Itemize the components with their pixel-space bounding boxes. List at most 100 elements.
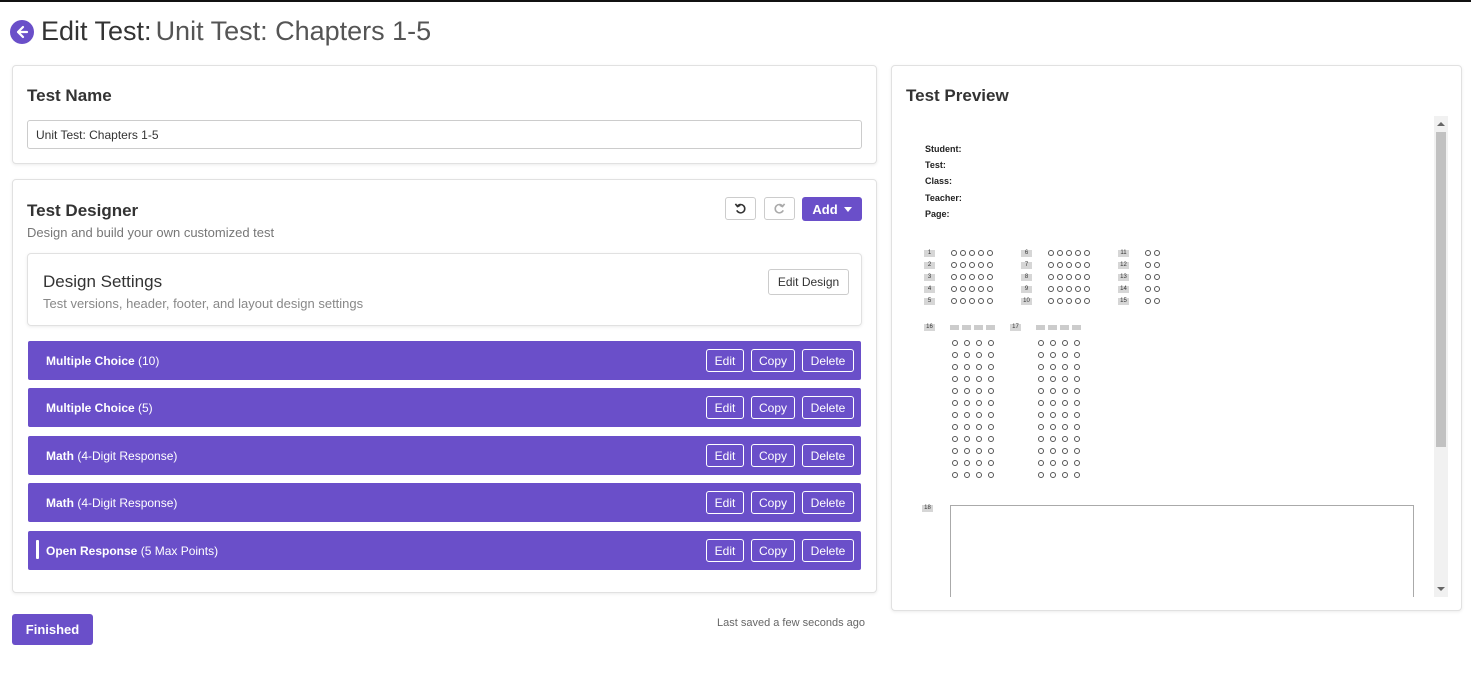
section-copy-button[interactable]: Copy — [751, 444, 795, 467]
test-preview-document[interactable]: Student: Test: Class: Teacher: Page: 123… — [906, 116, 1448, 597]
digit-bubble — [1062, 412, 1068, 418]
question-number: 7 — [1021, 262, 1032, 269]
answer-bubble — [1048, 286, 1054, 292]
design-settings-subtitle: Test versions, header, footer, and layou… — [43, 296, 364, 311]
answer-bubble — [978, 262, 984, 268]
scroll-down-arrow-icon[interactable] — [1437, 587, 1445, 591]
digit-bubble — [1050, 424, 1056, 430]
section-delete-button[interactable]: Delete — [802, 444, 854, 467]
back-arrow-icon[interactable] — [10, 19, 34, 44]
test-name-heading: Test Name — [27, 86, 112, 105]
answer-bubble — [1154, 274, 1160, 280]
digit-bubble — [1062, 400, 1068, 406]
design-settings-panel: Design Settings Test versions, header, f… — [27, 253, 862, 326]
scroll-up-arrow-icon[interactable] — [1437, 122, 1445, 126]
digit-entry-box — [1036, 325, 1045, 330]
answer-bubble — [1066, 262, 1072, 268]
section-item[interactable]: Math (4-Digit Response) Edit Copy Delete — [28, 436, 861, 475]
finished-button[interactable]: Finished — [12, 614, 93, 645]
test-designer-subtitle: Design and build your own customized tes… — [27, 225, 275, 240]
digit-bubble — [1038, 424, 1044, 430]
section-delete-button[interactable]: Delete — [802, 491, 854, 514]
digit-bubble — [964, 436, 970, 442]
test-name-input[interactable] — [27, 120, 862, 149]
answer-bubble — [978, 250, 984, 256]
section-copy-button[interactable]: Copy — [751, 491, 795, 514]
digit-bubble — [952, 436, 958, 442]
answer-bubble — [960, 298, 966, 304]
test-name-card: Test Name — [12, 65, 877, 164]
scroll-thumb[interactable] — [1436, 132, 1446, 447]
section-edit-button[interactable]: Edit — [706, 491, 744, 514]
digit-bubble — [964, 448, 970, 454]
answer-bubble — [1048, 298, 1054, 304]
preview-scrollbar[interactable] — [1434, 116, 1448, 597]
answer-bubble — [1145, 298, 1151, 304]
section-edit-button[interactable]: Edit — [706, 444, 744, 467]
section-edit-button[interactable]: Edit — [706, 539, 744, 562]
page-title-test-name: Unit Test: Chapters 1-5 — [155, 16, 432, 46]
section-label: Multiple Choice (10) — [46, 353, 160, 368]
digit-bubble — [964, 376, 970, 382]
section-item[interactable]: Open Response (5 Max Points) Edit Copy D… — [28, 531, 861, 570]
section-copy-button[interactable]: Copy — [751, 396, 795, 419]
answer-bubble — [987, 274, 993, 280]
answer-bubble — [969, 262, 975, 268]
question-number: 4 — [924, 286, 935, 293]
section-item[interactable]: Multiple Choice (10) Edit Copy Delete — [28, 341, 861, 380]
digit-bubble — [976, 364, 982, 370]
drag-handle[interactable] — [36, 540, 39, 559]
test-preview-card: Test Preview Student: Test: Class: Teach… — [891, 65, 1462, 611]
digit-bubble — [1062, 448, 1068, 454]
digit-bubble — [1074, 460, 1080, 466]
question-number: 10 — [1021, 298, 1032, 305]
answer-bubble — [1066, 250, 1072, 256]
question-number: 16 — [924, 324, 935, 331]
digit-bubble — [1038, 436, 1044, 442]
digit-bubble — [1074, 412, 1080, 418]
answer-bubble — [1048, 250, 1054, 256]
answer-bubble — [1075, 250, 1081, 256]
section-item[interactable]: Multiple Choice (5) Edit Copy Delete — [28, 388, 861, 427]
answer-bubble — [1075, 298, 1081, 304]
question-number: 3 — [924, 274, 935, 281]
answer-bubble — [1154, 298, 1160, 304]
digit-bubble — [988, 340, 994, 346]
answer-bubble — [960, 274, 966, 280]
section-label: Math (4-Digit Response) — [46, 495, 178, 510]
digit-bubble — [1038, 352, 1044, 358]
digit-bubble — [1038, 460, 1044, 466]
undo-button[interactable] — [725, 197, 756, 220]
answer-bubble — [960, 286, 966, 292]
digit-entry-box — [962, 325, 971, 330]
add-section-button[interactable]: Add — [802, 197, 862, 221]
question-number: 2 — [924, 262, 935, 269]
answer-bubble — [1048, 274, 1054, 280]
answer-bubble — [951, 250, 957, 256]
digit-bubble — [988, 352, 994, 358]
section-edit-button[interactable]: Edit — [706, 396, 744, 419]
question-number: 8 — [1021, 274, 1032, 281]
answer-bubble — [1154, 250, 1160, 256]
section-copy-button[interactable]: Copy — [751, 349, 795, 372]
edit-design-button[interactable]: Edit Design — [768, 269, 849, 295]
section-delete-button[interactable]: Delete — [802, 396, 854, 419]
test-preview-heading: Test Preview — [906, 86, 1009, 105]
section-delete-button[interactable]: Delete — [802, 349, 854, 372]
section-copy-button[interactable]: Copy — [751, 539, 795, 562]
answer-bubble — [1145, 274, 1151, 280]
section-delete-button[interactable]: Delete — [802, 539, 854, 562]
answer-bubble — [1075, 262, 1081, 268]
digit-bubble — [1038, 400, 1044, 406]
answer-bubble — [1057, 286, 1063, 292]
answer-bubble — [1057, 262, 1063, 268]
digit-bubble — [988, 448, 994, 454]
test-designer-card: Test Designer Design and build your own … — [12, 179, 877, 593]
section-edit-button[interactable]: Edit — [706, 349, 744, 372]
digit-bubble — [1062, 436, 1068, 442]
answer-bubble — [1057, 250, 1063, 256]
section-item[interactable]: Math (4-Digit Response) Edit Copy Delete — [28, 483, 861, 522]
digit-bubble — [976, 472, 982, 478]
add-button-label: Add — [812, 201, 838, 217]
redo-button[interactable] — [764, 197, 795, 220]
